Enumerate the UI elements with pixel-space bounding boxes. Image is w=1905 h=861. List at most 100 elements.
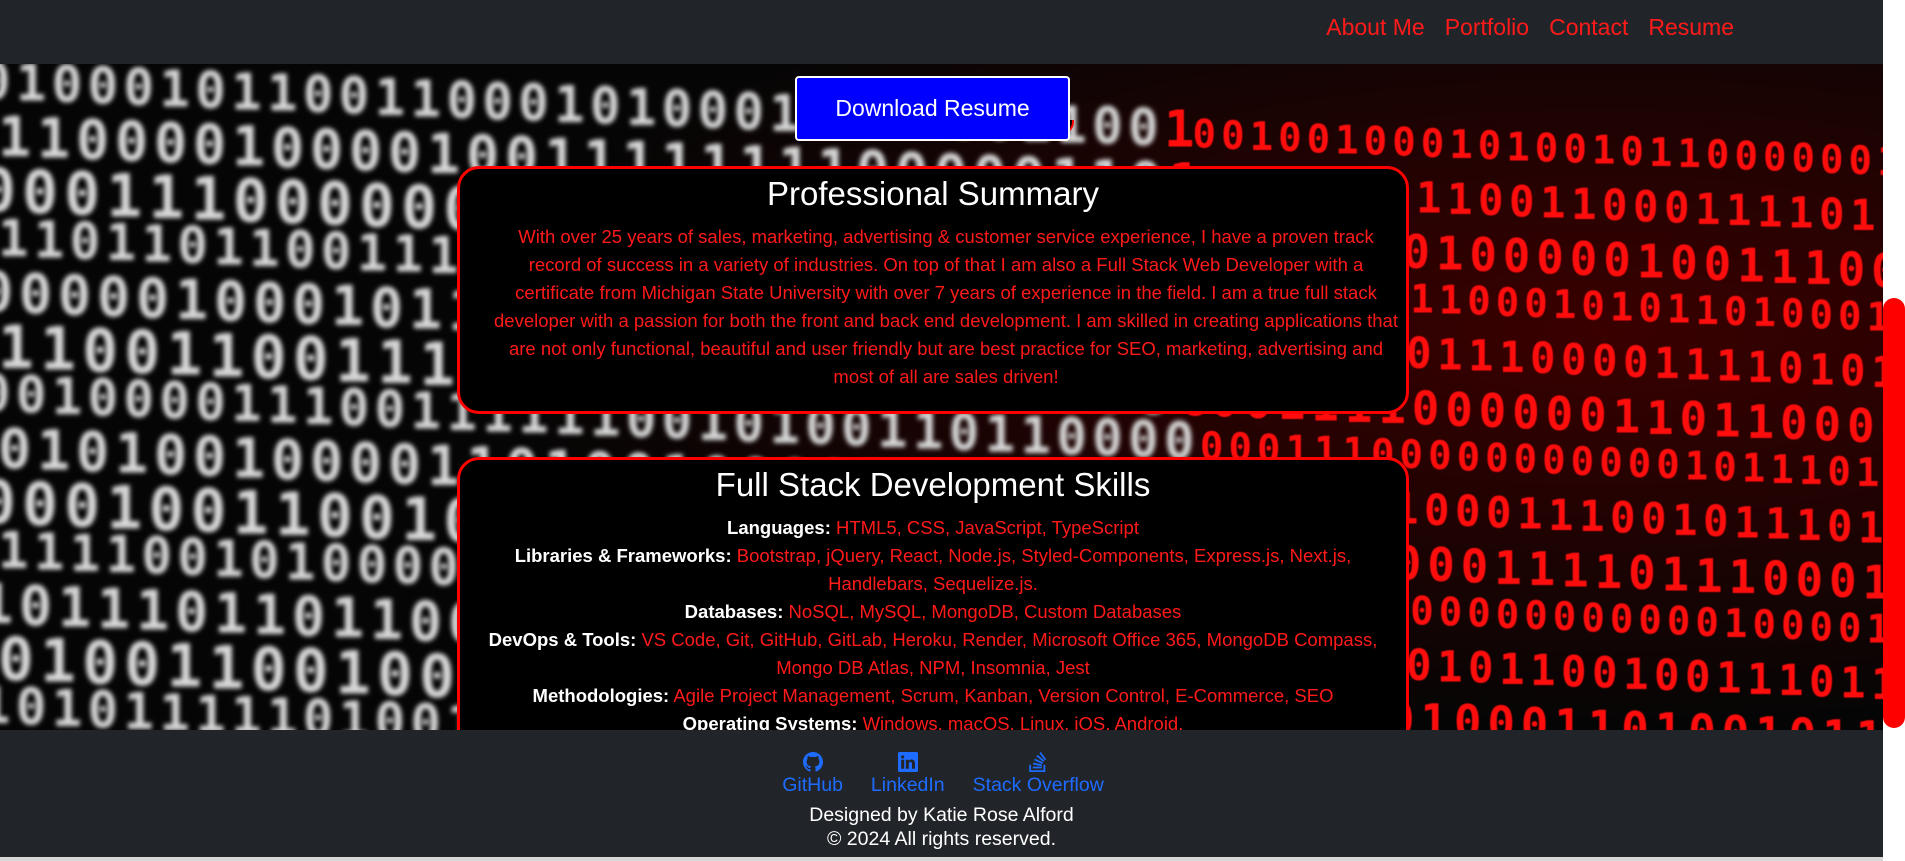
binary-digit: 0 [1664, 185, 1690, 234]
binary-digit: 0 [1680, 392, 1708, 446]
binary-digit: 1 [1871, 661, 1883, 710]
stack-overflow-link[interactable]: Stack Overflow [973, 752, 1104, 797]
binary-digit: 0 [1827, 503, 1853, 552]
binary-digit: 0 [1479, 384, 1507, 438]
binary-digit: 1 [0, 521, 28, 580]
binary-digit: 1 [1595, 545, 1623, 599]
binary-digit: 0 [1763, 136, 1787, 181]
binary-digit: 1 [1850, 192, 1876, 241]
binary-digit: 0 [1809, 605, 1833, 650]
binary-digit: 1 [626, 78, 656, 137]
stack-overflow-label: Stack Overflow [972, 774, 1104, 796]
binary-digit: 0 [1621, 702, 1649, 730]
binary-digit: 0 [1838, 607, 1862, 652]
binary-digit: 0 [698, 81, 728, 140]
binary-digit: 0 [662, 79, 692, 138]
binary-digit: 0 [1713, 446, 1737, 491]
binary-digit: 0 [321, 534, 351, 593]
binary-digit: 0 [482, 72, 512, 131]
skill-label: DevOps & Tools: [488, 629, 637, 650]
scrollbar-thumb[interactable] [1883, 298, 1905, 728]
skill-row-methodologies: Methodologies: Agile Project Management,… [460, 682, 1406, 710]
binary-digit: 1 [1726, 187, 1752, 236]
binary-digit: 0 [1827, 450, 1851, 495]
binary-digit: 0 [1530, 335, 1556, 384]
binary-digit: 1 [34, 522, 64, 581]
linkedin-link[interactable]: LinkedIn [871, 752, 945, 797]
binary-digit: 0 [339, 67, 369, 126]
binary-digit: 0 [1406, 642, 1432, 691]
binary-digit: 1 [1867, 296, 1883, 341]
binary-digit: 1 [303, 377, 333, 436]
binary-digit: 1 [1713, 394, 1741, 448]
footer-social-links: GitHub LinkedIn Stack Overflow [0, 752, 1883, 797]
binary-digit: 0 [1424, 487, 1450, 536]
binary-digit: 1 [1649, 131, 1673, 176]
binary-digit: 0 [1364, 120, 1388, 165]
binary-digit: 0 [1485, 436, 1509, 481]
binary-digit: 1 [1672, 497, 1698, 546]
binary-digit: 0 [321, 222, 351, 281]
binary-digit: 1 [1646, 391, 1674, 445]
binary-digit: 0 [1791, 137, 1815, 182]
binary-digit: 1 [213, 218, 243, 277]
binary-digit: 1 [267, 376, 297, 435]
page-scrollbar[interactable] [1883, 0, 1905, 861]
binary-digit: 0 [1809, 293, 1833, 338]
binary-digit: 0 [339, 379, 369, 438]
binary-digit: 0 [303, 65, 333, 124]
binary-digit: 1 [1716, 343, 1742, 392]
binary-digit: 0 [1561, 336, 1587, 385]
binary-digit: 1 [1613, 390, 1641, 444]
binary-digit: 0 [1581, 596, 1605, 641]
binary-digit: 0 [1838, 295, 1862, 340]
binary-digit: 0 [1445, 383, 1473, 437]
github-link[interactable]: GitHub [782, 752, 843, 797]
binary-digit: 0 [1461, 539, 1489, 593]
binary-digit: 0 [733, 82, 763, 141]
binary-digit: 0 [1478, 177, 1504, 226]
binary-digit: 1 [1747, 395, 1775, 449]
skill-value: VS Code, Git, GitHub, GitLab, Heroku, Re… [641, 629, 1378, 678]
skill-value: NoSQL, MySQL, MongoDB, Custom Databases [788, 601, 1182, 622]
binary-digit: 0 [1421, 122, 1445, 167]
binary-digit: 1 [267, 688, 297, 730]
binary-digit: 0 [1623, 339, 1649, 388]
skill-row-databases: Databases: NoSQL, MySQL, MongoDB, Custom… [460, 598, 1406, 626]
binary-digit: 1 [1499, 646, 1525, 695]
binary-digit: 1 [1677, 132, 1701, 177]
nav-portfolio-link[interactable]: Portfolio [1445, 14, 1529, 41]
skill-value: HTML5, CSS, JavaScript, TypeScript [836, 517, 1139, 538]
nav-contact-link[interactable]: Contact [1549, 14, 1628, 41]
binary-digit: 0 [1620, 130, 1644, 175]
binary-digit: 0 [1656, 443, 1680, 488]
binary-digit: 0 [1524, 282, 1548, 327]
nav-about-me-link[interactable]: About Me [1326, 14, 1424, 41]
binary-digit: 0 [1703, 498, 1729, 547]
binary-digit: 1 [1755, 707, 1783, 730]
binary-digit: 0 [1599, 441, 1623, 486]
site-footer: GitHub LinkedIn Stack Overflow Designed [0, 730, 1883, 861]
nav-resume-link[interactable]: Resume [1648, 14, 1734, 41]
binary-digit: 1 [1840, 660, 1866, 709]
binary-digit: 0 [1469, 228, 1497, 282]
binary-digit: 1 [142, 215, 172, 274]
nav-links: About Me Portfolio Contact Resume [1326, 14, 1734, 41]
binary-digit: 1 [1021, 406, 1051, 465]
binary-digit: 0 [1496, 593, 1520, 638]
binary-digit: 1 [1695, 549, 1723, 603]
binary-digit: 1 [267, 64, 297, 123]
page: About Me Portfolio Contact Resume 1 0 0 … [0, 0, 1905, 861]
download-resume-button[interactable]: Download Resume [795, 76, 1070, 141]
binary-digit: 1 [1561, 543, 1589, 597]
binary-digit: 1 [1553, 283, 1577, 328]
binary-digit: 1 [429, 226, 459, 285]
binary-digit: 1 [1685, 341, 1711, 390]
binary-digit: 1 [1548, 492, 1574, 541]
binary-digit: 1 [1437, 643, 1463, 692]
binary-digit: 1 [1554, 699, 1582, 730]
binary-digit: 0 [1128, 98, 1158, 157]
skill-value: Agile Project Management, Scrum, Kanban,… [673, 685, 1334, 706]
binary-digit: 1 [1862, 555, 1883, 609]
binary-digit: 0 [1486, 489, 1512, 538]
